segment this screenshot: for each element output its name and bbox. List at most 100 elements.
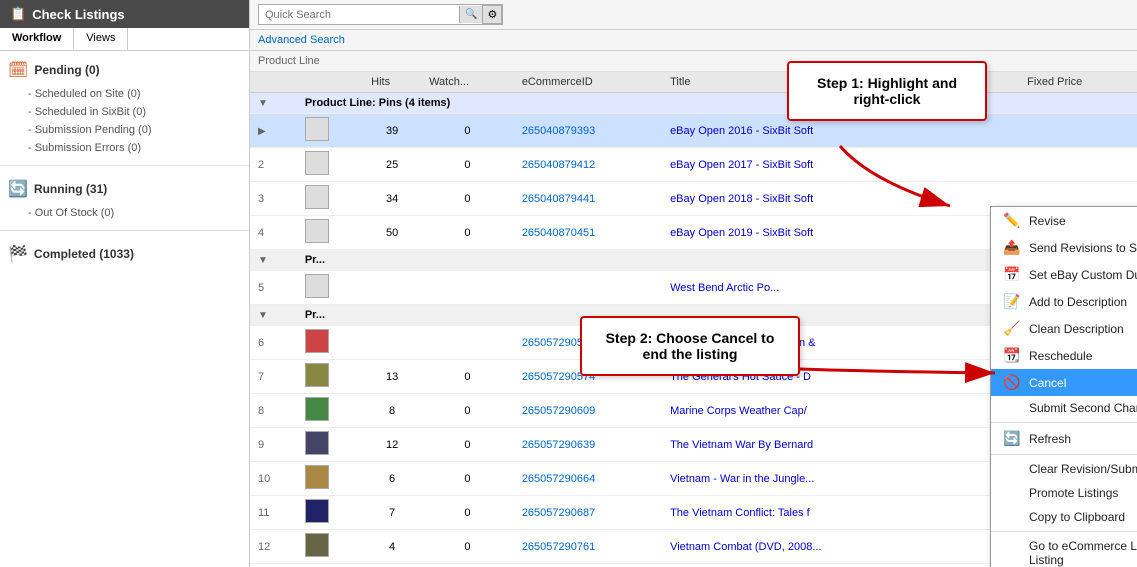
row-img — [297, 428, 363, 462]
row-watch: 0 — [421, 496, 514, 530]
search-input[interactable] — [259, 6, 459, 24]
product-image — [305, 274, 329, 298]
menu-item-set-duration[interactable]: 📅 Set eBay Custom Duration — [991, 261, 1137, 288]
menu-item-clear-errors[interactable]: Clear Revision/Submission Errors — [991, 457, 1137, 481]
row-ecom-id: 265057290639 — [514, 428, 662, 462]
row-watch — [421, 326, 514, 360]
row-title: West Bend Arctic Po... — [662, 271, 940, 305]
expand-group-3[interactable]: ▼ — [258, 310, 268, 321]
row-watch: 0 — [421, 360, 514, 394]
col-expand — [250, 72, 297, 93]
group-1-label: Product Line: Pins (4 items) — [297, 93, 1137, 114]
menu-item-promote[interactable]: Promote Listings — [991, 481, 1137, 505]
menu-clear-errors-label: Clear Revision/Submission Errors — [1029, 462, 1137, 476]
sidebar-item-running[interactable]: 🔄 Running (31) — [0, 174, 249, 204]
tab-views[interactable]: Views — [74, 28, 128, 50]
row-title: The Vietnam War By Bernard — [662, 428, 940, 462]
search-button[interactable]: 🔍 — [459, 6, 482, 23]
toolbar: 🔍 ⚙ — [250, 0, 1137, 30]
expand-group-1[interactable]: ▼ — [258, 98, 268, 109]
row-ecom-id: 265040879412 — [514, 148, 662, 182]
product-image — [305, 219, 329, 243]
col-ecommerce-id[interactable]: eCommerceID — [514, 72, 662, 93]
table-row[interactable]: ▶ 39 0 265040879393 eBay Open 2016 - Six… — [250, 114, 1137, 148]
row-num: 9 — [250, 428, 297, 462]
row-img — [297, 114, 363, 148]
row-num: 4 — [250, 216, 297, 250]
row-hits: 39 — [363, 114, 421, 148]
table-area: Product Line Hits Watch... eCommerceID T… — [250, 51, 1137, 567]
menu-item-reschedule[interactable]: 📆 Reschedule — [991, 342, 1137, 369]
sidebar-subitem-scheduled-sixbit[interactable]: - Scheduled in SixBit (0) — [0, 103, 249, 121]
product-image — [305, 533, 329, 557]
product-image — [305, 151, 329, 175]
row-img — [297, 216, 363, 250]
menu-item-copy-clipboard[interactable]: Copy to Clipboard ▶ — [991, 505, 1137, 529]
row-img — [297, 496, 363, 530]
row-title: Vietnam - War in the Jungle... — [662, 462, 940, 496]
row-hits: 13 — [363, 360, 421, 394]
col-watch[interactable]: Watch... — [421, 72, 514, 93]
menu-item-go-ecommerce[interactable]: Go to eCommerce Listing for the Selected… — [991, 534, 1137, 567]
advanced-search-link[interactable]: Advanced Search — [258, 34, 345, 46]
tooltip-step2: Step 2: Choose Cancel to end the listing — [580, 316, 800, 376]
row-title: eBay Open 2019 - SixBit Soft — [662, 216, 940, 250]
menu-item-send-revisions[interactable]: 📤 Send Revisions to Site — [991, 234, 1137, 261]
sidebar-item-pending[interactable]: 🗓 Pending (0) — [0, 55, 249, 85]
product-image — [305, 329, 329, 353]
menu-refresh-label: Refresh — [1029, 432, 1137, 446]
row-hits: 8 — [363, 394, 421, 428]
menu-separator-3 — [991, 531, 1137, 532]
menu-add-description-label: Add to Description — [1029, 295, 1137, 309]
row-num: 10 — [250, 462, 297, 496]
row-watch: 0 — [421, 148, 514, 182]
row-watch: 0 — [421, 530, 514, 564]
row-title: eBay Open 2017 - SixBit Soft — [662, 148, 940, 182]
menu-item-clean-description[interactable]: 🧹 Clean Description — [991, 315, 1137, 342]
sidebar-item-completed[interactable]: 🏁 Completed (1033) — [0, 239, 249, 269]
row-title: eBay Open 2018 - SixBit Soft — [662, 182, 940, 216]
sidebar: 📋 Check Listings Workflow Views 🗓 Pendin… — [0, 0, 250, 567]
expand-icon[interactable]: ▶ — [258, 126, 266, 137]
completed-label: Completed (1033) — [34, 247, 134, 261]
sidebar-subitem-submission-errors[interactable]: - Submission Errors (0) — [0, 139, 249, 157]
row-ecom-id: 265057290761 — [514, 530, 662, 564]
col-hits[interactable]: Hits — [363, 72, 421, 93]
product-image — [305, 431, 329, 455]
menu-item-revise[interactable]: ✏️ Revise — [991, 207, 1137, 234]
row-watch: 0 — [421, 428, 514, 462]
expand-group-2[interactable]: ▼ — [258, 255, 268, 266]
sidebar-subitem-submission-pending[interactable]: - Submission Pending (0) — [0, 121, 249, 139]
completed-icon: 🏁 — [8, 244, 28, 264]
row-num: 8 — [250, 394, 297, 428]
sidebar-tabs: Workflow Views — [0, 28, 249, 51]
row-ecom-id: 265040879393 — [514, 114, 662, 148]
menu-item-add-description[interactable]: 📝 Add to Description — [991, 288, 1137, 315]
context-menu: ✏️ Revise 📤 Send Revisions to Site 📅 Set… — [990, 206, 1137, 567]
row-img — [297, 326, 363, 360]
search-options-button[interactable]: ⚙ — [482, 5, 502, 24]
menu-item-refresh[interactable]: 🔄 Refresh — [991, 425, 1137, 452]
row-title: Marine Corps Weather Cap/ — [662, 394, 940, 428]
product-image — [305, 465, 329, 489]
row-ecom-id: 265040870451 — [514, 216, 662, 250]
row-img — [297, 394, 363, 428]
product-image — [305, 185, 329, 209]
col-fixed-price[interactable]: Fixed Price — [1019, 72, 1137, 93]
menu-promote-label: Promote Listings — [1029, 486, 1137, 500]
menu-item-cancel[interactable]: 🚫 Cancel — [991, 369, 1137, 396]
menu-item-second-chance[interactable]: Submit Second Chance Offer — [991, 396, 1137, 420]
row-num: 12 — [250, 530, 297, 564]
table-row[interactable]: 2 25 0 265040879412 eBay Open 2017 - Six… — [250, 148, 1137, 182]
row-watch: 0 — [421, 182, 514, 216]
tab-workflow[interactable]: Workflow — [0, 28, 74, 50]
menu-separator-1 — [991, 422, 1137, 423]
row-hits: 7 — [363, 496, 421, 530]
col-img — [297, 72, 363, 93]
row-img — [297, 360, 363, 394]
row-num: 2 — [250, 148, 297, 182]
product-image — [305, 117, 329, 141]
product-line-header: Product Line — [250, 51, 1137, 72]
sidebar-subitem-out-of-stock[interactable]: - Out Of Stock (0) — [0, 204, 249, 222]
sidebar-subitem-scheduled-site[interactable]: - Scheduled on Site (0) — [0, 85, 249, 103]
